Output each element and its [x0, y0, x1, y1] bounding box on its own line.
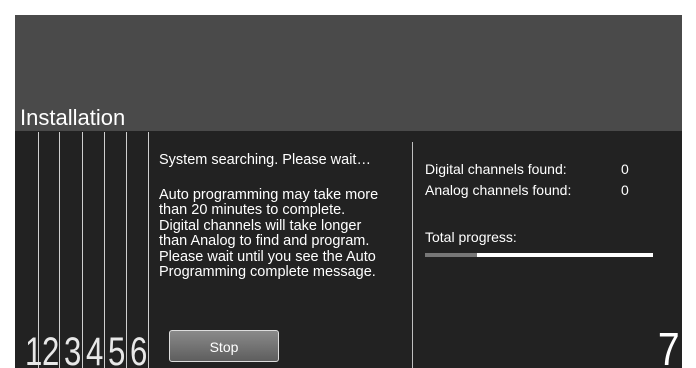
annotation-line: [59, 132, 60, 368]
annotation-number-6: 6: [130, 330, 147, 368]
annotation-line: [104, 132, 105, 368]
tv-screen: Installation 1 2 3 4 5 6 System searchin…: [15, 15, 682, 368]
analog-channels-label: Analog channels found:: [425, 182, 572, 198]
search-message: System searching. Please wait… Auto prog…: [159, 152, 411, 281]
annotation-line: [126, 132, 127, 368]
total-progress-label: Total progress:: [425, 229, 517, 245]
info-line: Programming complete message.: [159, 264, 376, 280]
progress-fill: [425, 253, 478, 257]
annotation-line: [82, 132, 83, 368]
info-line: Please wait until you see the Auto: [159, 248, 376, 265]
digital-channels-count: 0: [621, 161, 629, 177]
total-progress-bar: [425, 253, 653, 257]
digital-channels-label: Digital channels found:: [425, 161, 567, 177]
annotation-line: [148, 132, 149, 368]
stop-button[interactable]: Stop: [169, 330, 279, 362]
info-line: than 20 minutes to complete.: [159, 202, 346, 218]
info-line: than Analog to find and program.: [159, 233, 370, 249]
panel-divider: [412, 142, 413, 368]
analog-channels-count: 0: [621, 182, 629, 198]
annotation-number-1: 1: [25, 330, 42, 368]
info-line: Digital channels will take longer: [159, 217, 362, 234]
search-status-text: System searching. Please wait…: [159, 152, 371, 168]
annotation-number-3: 3: [64, 330, 81, 368]
annotation-number-5: 5: [108, 330, 125, 368]
annotation-number-2: 2: [42, 330, 59, 368]
annotation-number-4: 4: [86, 330, 103, 368]
info-line: Auto programming may take more: [159, 186, 379, 203]
page-title: Installation: [20, 105, 126, 130]
annotation-number-7: 7: [658, 323, 680, 368]
